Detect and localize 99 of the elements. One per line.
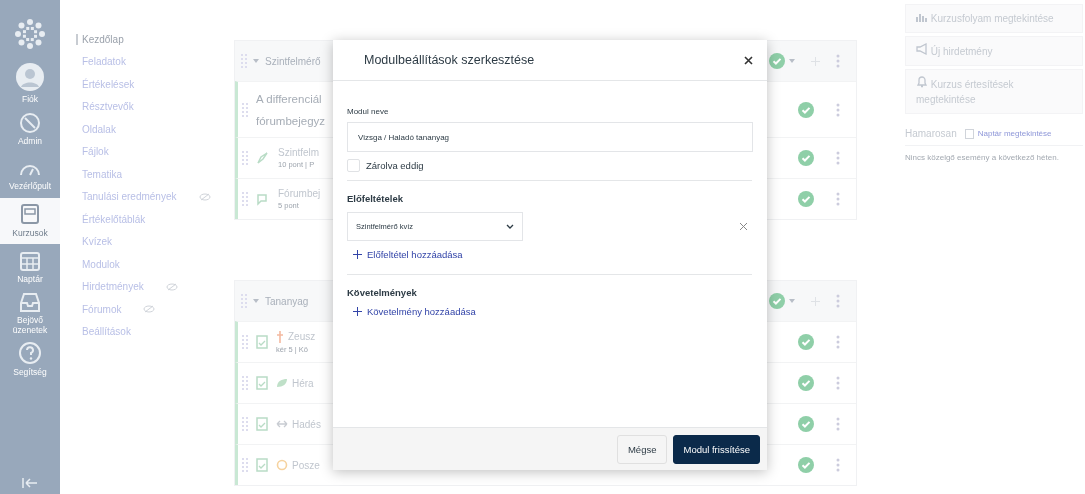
course-nav-link[interactable]: Tematika	[76, 168, 122, 180]
field-label: Modul neve	[347, 107, 390, 116]
module-title: Szintfelmérő	[265, 55, 321, 67]
published-icon[interactable]	[769, 293, 785, 309]
course-nav-link[interactable]: Kvízek	[76, 236, 112, 248]
course-nav-link[interactable]: Fórumok	[76, 303, 122, 315]
plus-icon	[353, 307, 362, 316]
remove-icon[interactable]	[739, 222, 748, 231]
more-icon[interactable]	[836, 192, 840, 206]
drag-handle-icon[interactable]	[242, 417, 248, 431]
chevron-icon[interactable]	[506, 224, 514, 229]
caret-icon[interactable]	[253, 59, 259, 63]
course-nav-link[interactable]: Beállítások	[76, 326, 131, 338]
plus-icon	[811, 56, 820, 66]
avatar-icon	[15, 62, 45, 92]
more-icon[interactable]	[836, 417, 840, 431]
caret-icon[interactable]	[789, 59, 795, 63]
rocket-icon	[256, 151, 270, 165]
published-icon[interactable]	[798, 191, 814, 207]
calendar-icon	[19, 250, 41, 272]
add-requirement-link[interactable]: Követelmény hozzáadása	[347, 306, 476, 317]
nav-item[interactable]: Vezérlőpult	[0, 152, 60, 198]
item-title[interactable]: Hadés	[292, 418, 321, 430]
checkbox[interactable]	[347, 159, 360, 172]
bar-chart-icon	[916, 12, 928, 22]
submit-button[interactable]: Modul frissítése	[673, 434, 760, 464]
section-heading: Előfeltételek	[347, 193, 404, 204]
chat-icon	[256, 192, 270, 206]
empty-message: Nincs közelgő esemény a következő héten.	[905, 152, 1060, 163]
cancel-button[interactable]: Mégse	[616, 434, 668, 464]
bell-icon	[916, 76, 928, 88]
section-heading: Követelmények	[347, 287, 418, 298]
checkbox-label: Zárolva eddig	[366, 160, 424, 171]
drag-handle-icon[interactable]	[242, 458, 248, 472]
drag-handle-icon[interactable]	[241, 54, 247, 68]
published-icon[interactable]	[769, 53, 785, 69]
module-name-field[interactable]: Vizsga / Haladó tananyag	[347, 122, 753, 152]
text-header: A differenciál	[256, 91, 323, 107]
more-icon[interactable]	[836, 102, 840, 117]
document-icon	[256, 376, 268, 390]
nav-item[interactable]: Fiók	[0, 60, 60, 106]
drag-handle-icon[interactable]	[242, 102, 248, 117]
item-title[interactable]: Szintfelm	[278, 147, 320, 158]
item-title[interactable]: Héra	[292, 377, 314, 389]
document-icon	[256, 417, 268, 431]
nav-item[interactable]: Naptár	[0, 244, 60, 290]
more-icon[interactable]	[836, 335, 840, 349]
course-nav-link[interactable]: Résztvevők	[76, 101, 134, 113]
item-title[interactable]: Posze	[292, 459, 320, 471]
course-nav-link[interactable]: Hirdetmények	[76, 281, 144, 293]
course-nav-link[interactable]: Oldalak	[76, 123, 116, 135]
course-nav-link[interactable]: Értékelések	[76, 78, 135, 90]
drag-handle-icon[interactable]	[242, 376, 248, 390]
inbox-icon	[18, 291, 42, 313]
drag-handle-icon[interactable]	[241, 294, 247, 308]
nav-item[interactable]: Kurzusok	[0, 198, 60, 244]
course-nav-link[interactable]: Feladatok	[76, 56, 126, 68]
document-icon	[256, 458, 268, 472]
help-icon	[18, 341, 42, 365]
item-title[interactable]: Fórumbej	[278, 188, 321, 199]
more-icon[interactable]	[836, 151, 840, 165]
course-nav-link[interactable]: Tanulási eredmények	[76, 191, 177, 203]
published-icon[interactable]	[798, 457, 814, 473]
published-icon[interactable]	[798, 101, 814, 118]
plus-icon	[353, 250, 362, 259]
nav-item[interactable]: Bejövő üzenetek	[0, 290, 60, 336]
caret-icon[interactable]	[253, 299, 259, 303]
published-icon[interactable]	[798, 150, 814, 166]
caret-icon[interactable]	[789, 299, 795, 303]
published-icon[interactable]	[798, 416, 814, 432]
nav-item[interactable]: Segítség	[0, 336, 60, 382]
published-icon[interactable]	[798, 334, 814, 350]
nav-item[interactable]: Admin	[0, 106, 60, 152]
item-title[interactable]: Zeusz	[288, 331, 316, 342]
document-icon	[256, 335, 268, 349]
text-header: fórumbejegyz	[256, 113, 326, 129]
published-icon[interactable]	[798, 375, 814, 391]
dialog-title: Modulbeállítások szerkesztése	[364, 53, 535, 67]
more-icon[interactable]	[836, 458, 840, 472]
more-icon[interactable]	[836, 294, 840, 308]
shield-icon	[19, 112, 41, 134]
drag-handle-icon[interactable]	[242, 335, 248, 349]
megaphone-icon	[916, 43, 928, 55]
add-prerequisite-link[interactable]: Előfeltétel hozzáadása	[347, 249, 463, 260]
more-icon[interactable]	[836, 376, 840, 390]
course-nav-link[interactable]: Kezdőlap	[76, 33, 124, 45]
upcoming-heading: Hamarosan	[905, 128, 957, 139]
drag-handle-icon[interactable]	[242, 151, 248, 165]
course-nav-link[interactable]: Modulok	[76, 258, 120, 270]
collapse-icon[interactable]	[22, 478, 38, 488]
module-title: Tananyag	[265, 295, 309, 307]
calendar-link[interactable]: Naptár megtekintése	[964, 128, 1052, 139]
logo-icon[interactable]	[13, 17, 47, 51]
course-nav-link[interactable]: Fájlok	[76, 146, 109, 158]
drag-handle-icon[interactable]	[242, 192, 248, 206]
plus-icon	[811, 296, 820, 306]
book-icon	[20, 204, 40, 226]
course-nav-link[interactable]: Értékelőtáblák	[76, 213, 146, 225]
more-icon[interactable]	[836, 54, 840, 68]
